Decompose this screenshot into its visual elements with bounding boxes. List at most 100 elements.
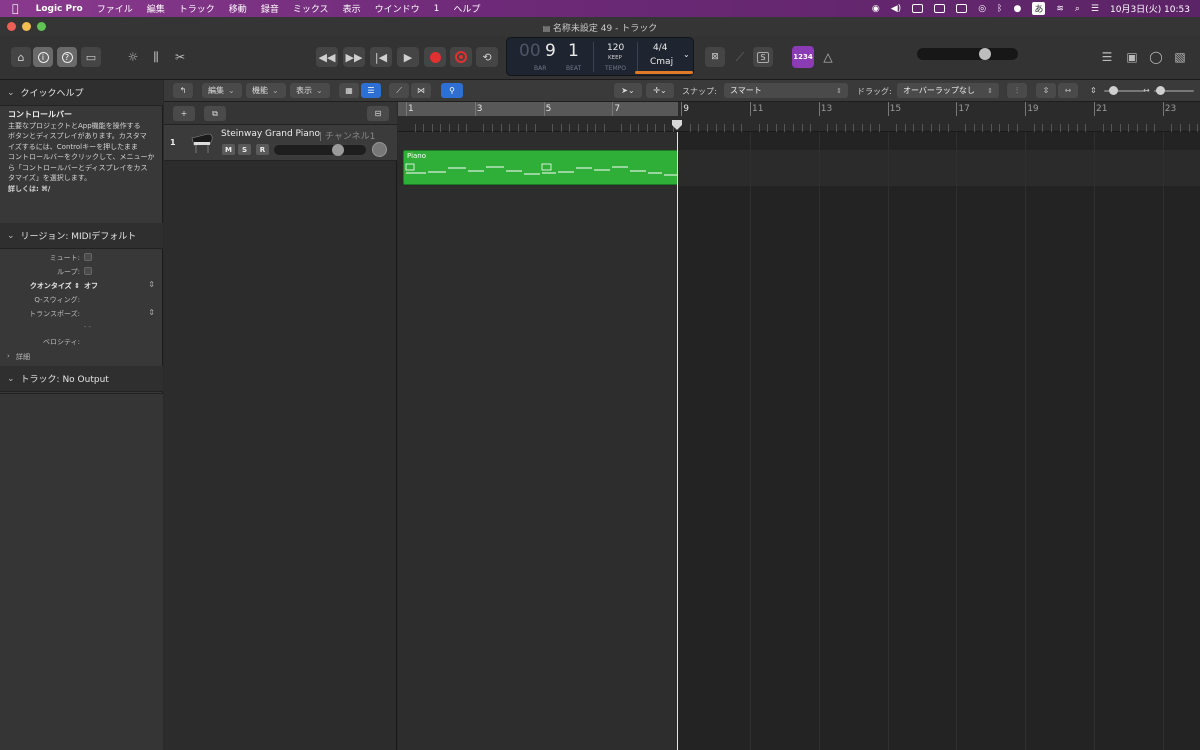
- flex-button[interactable]: ⋈: [411, 83, 431, 98]
- menu-view[interactable]: 表示: [336, 2, 368, 15]
- waveform-zoom-button[interactable]: ⫶: [1007, 83, 1027, 98]
- view-menu[interactable]: 表示 ⌄: [290, 83, 330, 98]
- menu-mix[interactable]: ミックス: [286, 2, 336, 15]
- tuner-button[interactable]: ⟋: [730, 47, 750, 67]
- go-to-beginning-button[interactable]: |◀: [370, 47, 392, 67]
- back-button[interactable]: ↰: [173, 83, 193, 98]
- quick-help-line: 主要なプロジェクトとApp機能を操作する: [8, 121, 141, 130]
- vertical-fit-button[interactable]: ⇳: [1036, 83, 1056, 98]
- horizontal-fit-button[interactable]: ⇿: [1058, 83, 1078, 98]
- menu-one[interactable]: 1: [427, 4, 447, 14]
- snap-select[interactable]: スマート ⇕: [724, 83, 848, 98]
- count-in-button[interactable]: 1234: [792, 46, 814, 68]
- menu-navigate[interactable]: 移動: [222, 2, 254, 15]
- cycle-button[interactable]: ⟲: [476, 47, 498, 67]
- quick-help-header[interactable]: ⌄ クイックヘルプ: [0, 80, 163, 106]
- editors-button[interactable]: ✂: [170, 47, 190, 67]
- arrange-area[interactable]: Piano: [398, 132, 1200, 750]
- replace-button[interactable]: ⊠: [705, 47, 725, 67]
- global-tracks-button[interactable]: ⊟: [367, 106, 389, 121]
- track-row[interactable]: 1 Steinway Grand Piano | チャンネル1 M S R: [164, 125, 397, 161]
- apple-menu-icon[interactable]: : [0, 2, 29, 15]
- region-quantize-row[interactable]: クオンタイズ ⇕ オフ ⇕: [0, 279, 163, 293]
- menu-edit[interactable]: 編集: [140, 2, 172, 15]
- edit-menu[interactable]: 編集 ⌄: [202, 83, 242, 98]
- user-icon[interactable]: ●: [1013, 4, 1021, 14]
- menu-help[interactable]: ヘルプ: [446, 2, 487, 15]
- record-enable-button[interactable]: R: [256, 144, 269, 155]
- vertical-zoom-knob[interactable]: [1109, 86, 1118, 95]
- region-qswing-row[interactable]: Q-スウィング:: [0, 293, 163, 307]
- airplay-icon[interactable]: ◎: [978, 4, 986, 14]
- region-transpose-row[interactable]: トランスポーズ: ⇕: [0, 307, 163, 321]
- region-quantize-label: クオンタイズ ⇕: [29, 282, 80, 290]
- playhead[interactable]: [677, 132, 678, 750]
- wifi-icon[interactable]: ≋: [1056, 4, 1064, 14]
- record-button[interactable]: [424, 47, 446, 67]
- menu-track[interactable]: トラック: [172, 2, 222, 15]
- track-volume-knob[interactable]: [332, 144, 344, 156]
- track-volume-slider[interactable]: [274, 144, 366, 156]
- smart-controls-button[interactable]: ☼: [123, 47, 143, 67]
- mute-button[interactable]: M: [222, 144, 235, 155]
- region-mute-checkbox[interactable]: [84, 253, 92, 261]
- play-button[interactable]: ▶: [397, 47, 419, 67]
- region-velocity-label: ベロシティ:: [43, 338, 80, 346]
- grid-view-button[interactable]: ▦: [339, 83, 359, 98]
- duplicate-track-button[interactable]: ⧉: [204, 106, 226, 121]
- menu-clock[interactable]: 10月3日(火) 10:53: [1110, 2, 1190, 15]
- menu-app-name[interactable]: Logic Pro: [29, 4, 90, 14]
- list-view-button[interactable]: ☰: [361, 83, 381, 98]
- midi-region[interactable]: Piano: [403, 150, 678, 185]
- spotlight-icon[interactable]: ⌕: [1075, 4, 1080, 14]
- menu-record[interactable]: 録音: [254, 2, 286, 15]
- quick-help-button[interactable]: ?: [57, 47, 77, 67]
- loop-browser-button[interactable]: ◯: [1146, 47, 1166, 67]
- region-velocity-row[interactable]: ベロシティ:: [0, 335, 163, 349]
- mixer-button[interactable]: ⫼: [146, 47, 166, 67]
- catch-button[interactable]: ⚲: [441, 83, 463, 98]
- input-method-indicator[interactable]: あ: [1032, 2, 1046, 15]
- lcd-display[interactable]: 00 9 1 BAR BEAT 120 KEEP TEMPO 4/4 Cmaj …: [506, 37, 694, 76]
- menu-file[interactable]: ファイル: [90, 2, 140, 15]
- screen-record-icon[interactable]: ◉: [872, 4, 880, 14]
- region-loop-checkbox[interactable]: [84, 267, 92, 275]
- control-center-icon[interactable]: ☰: [1091, 4, 1099, 14]
- library-button[interactable]: ⌂: [11, 47, 31, 67]
- ruler-minor-tick: [629, 124, 631, 132]
- secondary-tool-menu[interactable]: ✛⌄: [646, 83, 674, 98]
- region-detail-row[interactable]: › 詳細: [0, 350, 163, 364]
- lcd-chevron-down-icon[interactable]: ⌄: [683, 50, 690, 59]
- list-editors-button[interactable]: ☰: [1097, 47, 1117, 67]
- horizontal-zoom-knob[interactable]: [1156, 86, 1165, 95]
- metronome-button[interactable]: △: [818, 47, 838, 67]
- automation-button[interactable]: ⟋: [389, 83, 409, 98]
- master-volume-slider[interactable]: [917, 48, 1018, 60]
- browsers-button[interactable]: ▧: [1170, 47, 1190, 67]
- drag-select[interactable]: オーバーラップなし ⇕: [897, 83, 999, 98]
- master-volume-knob[interactable]: [979, 48, 991, 60]
- solo-button[interactable]: S: [753, 47, 773, 67]
- capture-recording-button[interactable]: [450, 47, 472, 67]
- region-header[interactable]: ⌄ リージョン: MIDIデフォルト: [0, 223, 163, 249]
- functions-menu[interactable]: 機能 ⌄: [246, 83, 286, 98]
- rewind-button[interactable]: ◀◀: [316, 47, 338, 67]
- track-header[interactable]: ⌄ トラック: No Output: [0, 366, 163, 392]
- toolbar-button[interactable]: ▭: [81, 47, 101, 67]
- window-icon[interactable]: [934, 4, 946, 13]
- track-pan-knob[interactable]: [372, 142, 387, 157]
- add-track-button[interactable]: +: [173, 106, 195, 121]
- pointer-tool-menu[interactable]: ➤⌄: [614, 83, 642, 98]
- bluetooth-icon[interactable]: ᛒ: [997, 4, 1002, 14]
- solo-track-button[interactable]: S: [238, 144, 251, 155]
- bar-ruler[interactable]: 1 3 5 7 9 11 13 15 17 19 21 23: [398, 102, 1200, 132]
- volume-icon[interactable]: ◀︎): [891, 4, 901, 14]
- note-pad-button[interactable]: ▣: [1122, 47, 1142, 67]
- inspector-button[interactable]: i: [33, 47, 53, 67]
- track-name[interactable]: Steinway Grand Piano: [221, 129, 320, 139]
- keyboard-icon[interactable]: [956, 4, 968, 13]
- menu-window[interactable]: ウインドウ: [368, 2, 427, 15]
- display-icon[interactable]: [912, 4, 924, 13]
- fast-forward-button[interactable]: ▶▶: [343, 47, 365, 67]
- cycle-area[interactable]: [398, 102, 678, 116]
